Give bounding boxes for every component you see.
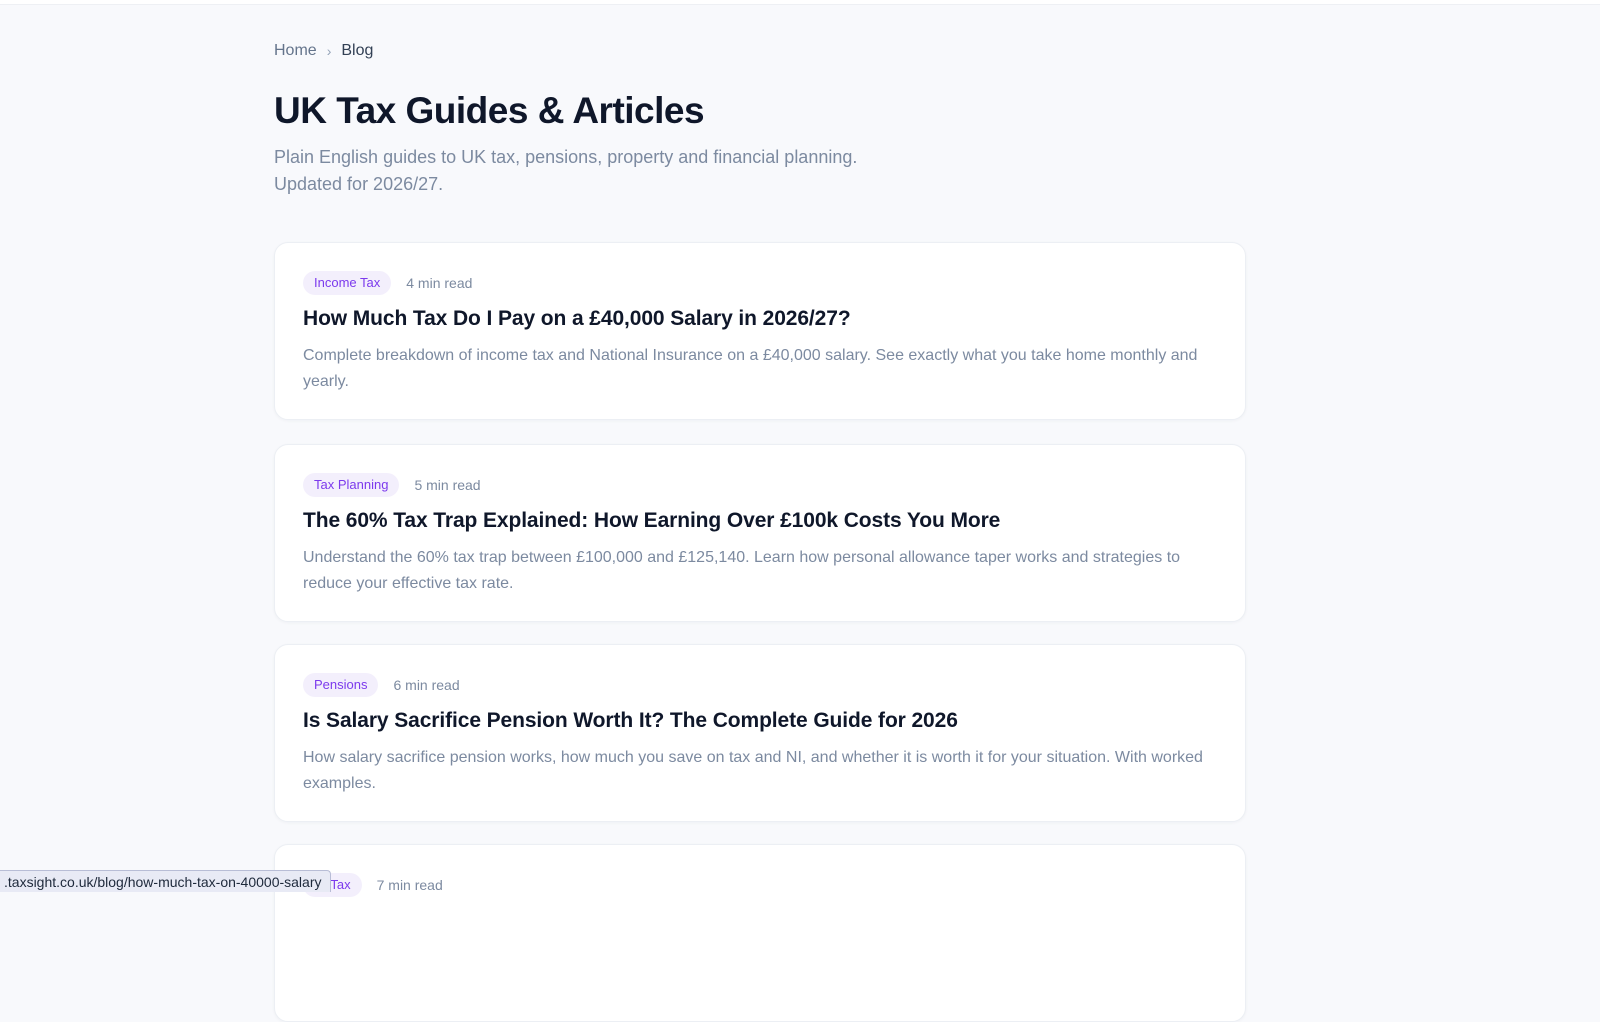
link-preview-status-url: .taxsight.co.uk/blog/how-much-tax-on-400… bbox=[0, 870, 331, 892]
article-title-link[interactable]: Is Salary Sacrifice Pension Worth It? Th… bbox=[303, 709, 958, 733]
article-meta: Tax Planning 5 min read bbox=[303, 473, 481, 497]
article-title-link[interactable]: How Much Tax Do I Pay on a £40,000 Salar… bbox=[303, 307, 851, 331]
top-bar bbox=[0, 0, 1600, 5]
article-card[interactable]: Income Tax 4 min read How Much Tax Do I … bbox=[274, 242, 1246, 420]
read-time: 7 min read bbox=[376, 877, 443, 893]
category-tag[interactable]: Income Tax bbox=[303, 271, 392, 295]
read-time: 4 min read bbox=[406, 275, 473, 291]
article-description: Understand the 60% tax trap between £100… bbox=[303, 549, 1181, 592]
page-subtitle: Plain English guides to UK tax, pensions… bbox=[274, 147, 858, 194]
article-title-link[interactable]: The 60% Tax Trap Explained: How Earning … bbox=[303, 509, 1000, 533]
article-description: Complete breakdown of income tax and Nat… bbox=[303, 347, 1198, 390]
article-card[interactable]: Pensions 6 min read Is Salary Sacrifice … bbox=[274, 644, 1246, 822]
read-time: 6 min read bbox=[393, 677, 460, 693]
article-meta: Income Tax 4 min read bbox=[303, 271, 472, 295]
breadcrumb-current: Blog bbox=[341, 42, 374, 59]
breadcrumb-home-link[interactable]: Home bbox=[274, 42, 317, 60]
breadcrumb: Home › Blog bbox=[274, 42, 373, 60]
category-tag[interactable]: Tax Planning bbox=[303, 473, 400, 497]
article-card[interactable]: Tax Planning 5 min read The 60% Tax Trap… bbox=[274, 444, 1246, 622]
category-tag[interactable]: Pensions bbox=[303, 673, 379, 697]
breadcrumb-separator-icon: › bbox=[326, 43, 332, 59]
article-meta: Pensions 6 min read bbox=[303, 673, 460, 697]
article-card[interactable]: ss Tax 7 min read bbox=[274, 844, 1246, 1022]
read-time: 5 min read bbox=[414, 477, 481, 493]
page-title: UK Tax Guides & Articles bbox=[274, 90, 705, 131]
article-description: How salary sacrifice pension works, how … bbox=[303, 749, 1203, 792]
